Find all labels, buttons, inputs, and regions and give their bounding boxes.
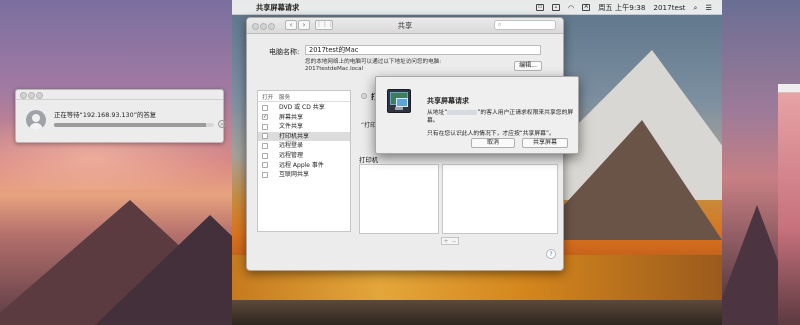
user-menu[interactable]: 2017test — [653, 3, 685, 12]
service-list-header: 打开 服务 — [258, 91, 350, 102]
stop-connect-icon[interactable]: × — [218, 120, 226, 128]
left-desktop-background: 正在等待“192.168.93.130”的答复 × — [0, 0, 232, 325]
printers-label: 打印机 — [359, 156, 379, 164]
service-row[interactable]: 远程登录 — [258, 141, 350, 151]
zoom-window-button[interactable] — [36, 92, 43, 99]
service-row[interactable]: 打印机共享 — [258, 131, 350, 142]
help-button[interactable]: ? — [546, 249, 556, 259]
screen-sharing-connect-window: 正在等待“192.168.93.130”的答复 × — [15, 89, 226, 143]
connect-status-text: 正在等待“192.168.93.130”的答复 — [54, 111, 157, 119]
connect-window-titlebar — [16, 90, 223, 100]
add-icon[interactable]: + — [443, 238, 448, 245]
close-window-button[interactable] — [20, 92, 27, 99]
screen-sharing-app-icon — [387, 89, 411, 113]
connect-progress-bar — [54, 123, 214, 127]
remote-mac-screen: 共享屏幕请求 ▭ ▵ ◠ A 周五 上午9:38 2017test ⌕ ☰ ‹ … — [232, 0, 722, 325]
local-hostname: 2017testdeMac.local — [305, 66, 364, 72]
screen-sharing-request-dialog: 共享屏幕请求 从地址“ ”的客人用户正请求权限来共享您的屏幕。 只有在您认识此人的… — [375, 76, 579, 154]
service-label: 远程登录 — [279, 142, 304, 150]
service-label: 远程管理 — [279, 152, 304, 159]
service-checkbox[interactable]: ✓ — [262, 114, 268, 121]
service-checkbox[interactable] — [262, 133, 268, 140]
service-label: 互联网共享 — [279, 171, 310, 179]
service-row[interactable]: 远程管理 — [258, 151, 350, 161]
users-list[interactable] — [442, 164, 558, 234]
remove-icon[interactable]: − — [451, 238, 456, 245]
cancel-button[interactable]: 取消 — [471, 138, 515, 148]
message-prefix: 从地址“ — [427, 110, 448, 116]
airplay-icon[interactable]: ▵ — [551, 4, 560, 11]
service-checkbox[interactable] — [262, 171, 268, 178]
mountain-shape — [90, 215, 232, 325]
column-header-service[interactable]: 服务 — [279, 93, 290, 101]
service-checkbox[interactable] — [262, 104, 268, 111]
service-label: 屏幕共享 — [279, 113, 304, 121]
service-checkbox[interactable] — [262, 123, 268, 130]
minimize-window-button[interactable] — [28, 92, 35, 99]
input-source-icon[interactable]: A — [582, 4, 591, 11]
screen-sharing-status-icon[interactable]: ▭ — [535, 4, 544, 11]
computer-name-input[interactable]: 2017test的Mac — [305, 45, 541, 55]
search-field[interactable]: ⌕ — [494, 20, 556, 30]
partial-window-titlebar — [778, 84, 800, 93]
service-label: 打印机共享 — [279, 132, 310, 140]
app-menu-name[interactable]: 共享屏幕请求 — [256, 3, 299, 13]
dialog-title: 共享屏幕请求 — [427, 97, 469, 105]
name-description-line: 您的本地网络上的电脑可以通过以下地址访问您的电脑: — [305, 59, 442, 65]
service-label: DVD 或 CD 共享 — [279, 104, 325, 111]
computer-name-description: 您的本地网络上的电脑可以通过以下地址访问您的电脑: 2017testdeMac.… — [305, 59, 441, 73]
computer-name-label: 电脑名称: — [269, 48, 300, 56]
service-row[interactable]: ✓ 屏幕共享 — [258, 113, 350, 123]
service-row[interactable]: 远程 Apple 事件 — [258, 161, 350, 171]
search-icon[interactable]: ⌕ — [694, 3, 698, 13]
dialog-message: 从地址“ ”的客人用户正请求权限来共享您的屏幕。 — [427, 109, 577, 125]
service-label: 远程 Apple 事件 — [279, 161, 324, 169]
lake — [232, 300, 722, 325]
partial-window-edge — [778, 84, 800, 325]
service-row[interactable]: DVD 或 CD 共享 — [258, 103, 350, 113]
add-remove-control: + − — [441, 237, 459, 245]
dialog-note: 只有在您认识此人的情况下，才应按“共享屏幕”。 — [427, 131, 555, 137]
redacted-address — [447, 110, 478, 115]
menu-extras: ▭ ▵ ◠ A 周五 上午9:38 2017test ⌕ ☰ — [535, 3, 712, 13]
window-titlebar: ‹ › ⋮⋮⋮ 共享 ⌕ — [247, 18, 563, 34]
notification-list-icon[interactable]: ☰ — [706, 3, 712, 12]
service-list: 打开 服务 DVD 或 CD 共享 ✓ 屏幕共享文件共享 打印机共享远程登录远程管理远… — [257, 90, 351, 232]
user-avatar-icon — [26, 110, 46, 130]
connect-progress-fill — [54, 123, 206, 127]
service-checkbox[interactable] — [262, 142, 268, 149]
edit-button[interactable]: 编辑... — [514, 61, 542, 71]
service-row[interactable]: 互联网共享 — [258, 170, 350, 180]
share-screen-button[interactable]: 共享屏幕 — [522, 138, 568, 148]
wifi-icon[interactable]: ◠ — [568, 3, 574, 12]
service-status-description: “打印 — [361, 122, 377, 129]
printers-list[interactable] — [359, 164, 439, 234]
service-checkbox[interactable] — [262, 152, 268, 159]
menu-bar: 共享屏幕请求 ▭ ▵ ◠ A 周五 上午9:38 2017test ⌕ ☰ — [232, 0, 722, 15]
service-row[interactable]: 文件共享 — [258, 122, 350, 132]
status-indicator-icon — [361, 93, 367, 99]
clock[interactable]: 周五 上午9:38 — [598, 3, 645, 13]
service-checkbox[interactable] — [262, 162, 268, 169]
service-label: 文件共享 — [279, 123, 304, 131]
column-header-on[interactable]: 打开 — [262, 93, 273, 101]
